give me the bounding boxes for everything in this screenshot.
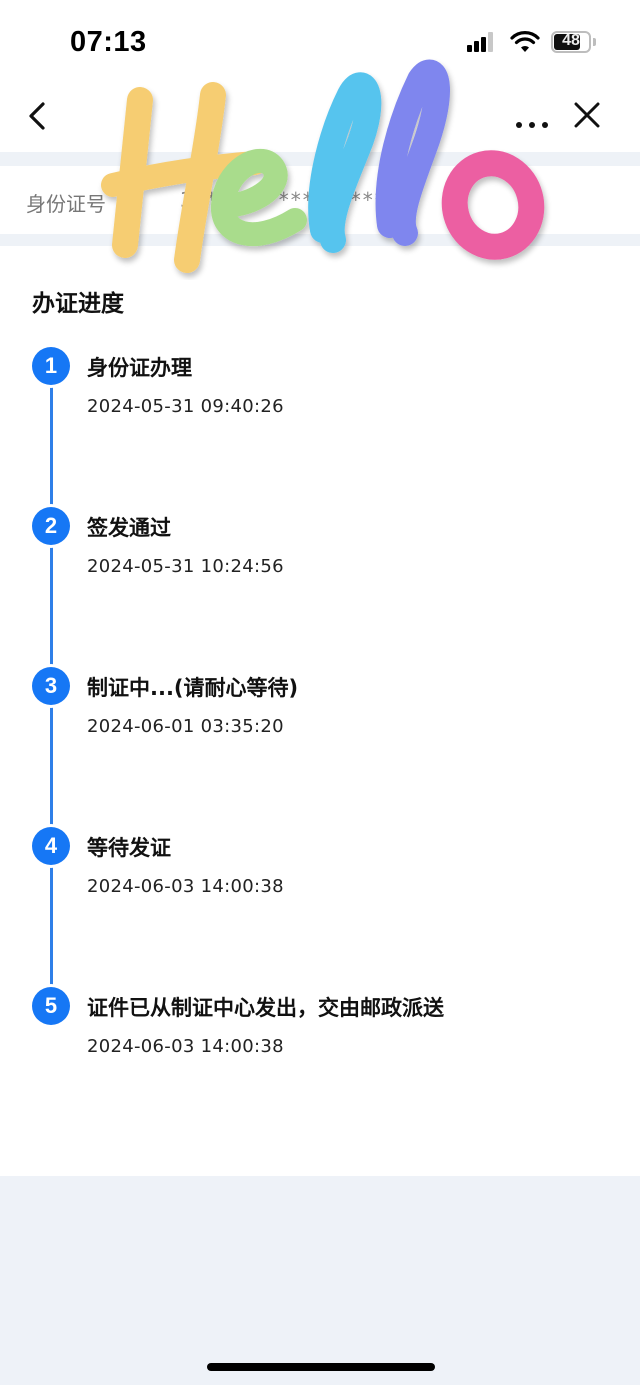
step-title: 证件已从制证中心发出，交由邮政派送	[87, 996, 444, 1020]
battery-tip	[593, 38, 596, 46]
back-button[interactable]	[14, 92, 62, 140]
home-indicator[interactable]	[207, 1363, 435, 1371]
more-dots-icon	[516, 122, 548, 128]
step-number-badge: 4	[32, 827, 70, 865]
timeline-step: 5 证件已从制证中心发出，交由邮政派送 2024-06-03 14:00:38	[0, 987, 640, 1087]
step-time: 2024-05-31 10:24:56	[87, 556, 284, 577]
timeline-step: 1 身份证办理 2024-05-31 09:40:26	[0, 347, 640, 447]
close-button[interactable]	[563, 92, 611, 140]
battery-icon: 48	[551, 31, 591, 53]
step-number-badge: 1	[32, 347, 70, 385]
nav-bar	[0, 80, 640, 152]
step-number-badge: 3	[32, 667, 70, 705]
wifi-icon	[510, 31, 540, 52]
progress-title: 办证进度	[32, 291, 124, 317]
status-time: 07:13	[70, 26, 147, 58]
step-time: 2024-05-31 09:40:26	[87, 396, 284, 417]
status-bar: 07:13 48	[0, 0, 640, 80]
battery-level: 48	[562, 32, 580, 49]
step-number-badge: 5	[32, 987, 70, 1025]
step-title: 签发通过	[87, 516, 171, 540]
step-time: 2024-06-03 14:00:38	[87, 876, 284, 897]
more-button[interactable]	[508, 92, 556, 140]
close-icon	[574, 102, 600, 128]
step-title: 身份证办理	[87, 356, 192, 380]
section-divider	[0, 152, 640, 166]
timeline-step: 2 签发通过 2024-05-31 10:24:56	[0, 507, 640, 607]
id-number-value: 3****************7	[180, 188, 402, 212]
id-number-label: 身份证号	[26, 192, 106, 216]
section-divider	[0, 234, 640, 246]
step-title: 等待发证	[87, 836, 171, 860]
id-number-row: 身份证号 3****************7	[0, 166, 640, 234]
step-time: 2024-06-03 14:00:38	[87, 1036, 284, 1057]
cellular-signal-icon	[467, 32, 495, 52]
progress-card: 办证进度 1 身份证办理 2024-05-31 09:40:26 2 签发通过 …	[0, 246, 640, 1176]
timeline-step: 4 等待发证 2024-06-03 14:00:38	[0, 827, 640, 927]
chevron-left-icon	[29, 102, 45, 130]
timeline-step: 3 制证中...(请耐心等待) 2024-06-01 03:35:20	[0, 667, 640, 767]
step-title: 制证中...(请耐心等待)	[87, 676, 299, 700]
step-time: 2024-06-01 03:35:20	[87, 716, 284, 737]
step-number-badge: 2	[32, 507, 70, 545]
